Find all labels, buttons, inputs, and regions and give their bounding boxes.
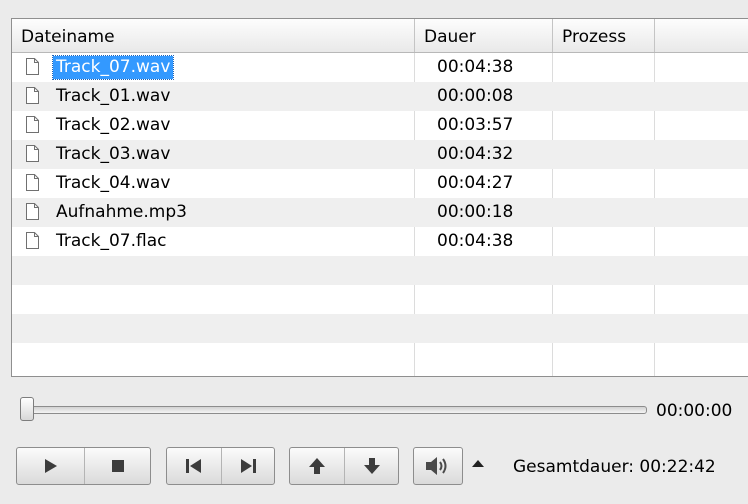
file-duration: 00:04:27 — [437, 173, 514, 193]
empty-row — [12, 314, 748, 343]
volume-button-face[interactable] — [414, 448, 462, 484]
playback-controls — [16, 447, 151, 485]
file-duration: 00:00:08 — [437, 86, 514, 106]
file-list[interactable]: Dateiname Dauer Prozess Track_07.wav 00:0… — [11, 18, 748, 377]
file-duration: 00:04:38 — [437, 57, 514, 77]
file-rows: Track_07.wav 00:04:38 Track_01.wav 00:00:08… — [12, 53, 748, 372]
table-row[interactable]: Track_02.wav 00:03:57 — [12, 111, 748, 140]
previous-track-button[interactable] — [167, 448, 221, 484]
stop-button[interactable] — [84, 448, 150, 484]
file-icon — [26, 145, 39, 162]
empty-row — [12, 285, 748, 314]
play-icon — [44, 459, 57, 473]
file-icon — [26, 232, 39, 249]
arrow-down-icon — [363, 458, 380, 474]
file-icon — [26, 203, 39, 220]
seek-slider-track[interactable] — [27, 406, 647, 414]
track-navigation — [166, 447, 275, 485]
reorder-controls — [289, 447, 399, 485]
play-button[interactable] — [17, 448, 84, 484]
triangle-up-icon[interactable] — [472, 459, 484, 467]
table-row[interactable]: Track_07.wav 00:04:38 — [12, 53, 748, 82]
skip-previous-icon — [186, 459, 201, 473]
table-row[interactable]: Track_03.wav 00:04:32 — [12, 140, 748, 169]
column-header-process[interactable]: Prozess — [553, 19, 655, 52]
file-name: Track_01.wav — [56, 86, 171, 106]
empty-row — [12, 343, 748, 372]
list-header: Dateiname Dauer Prozess — [12, 19, 748, 53]
file-name: Track_03.wav — [56, 144, 171, 164]
file-name: Track_07.flac — [56, 231, 167, 251]
file-icon — [26, 174, 39, 191]
volume-button[interactable] — [413, 447, 463, 485]
file-icon — [26, 58, 39, 75]
skip-next-icon — [241, 459, 256, 473]
file-name: Track_04.wav — [56, 173, 171, 193]
stop-icon — [111, 460, 124, 472]
next-track-button[interactable] — [221, 448, 274, 484]
file-duration: 00:04:32 — [437, 144, 514, 164]
file-icon — [26, 116, 39, 133]
table-row[interactable]: Track_07.flac 00:04:38 — [12, 227, 748, 256]
table-row[interactable]: Track_04.wav 00:04:27 — [12, 169, 748, 198]
file-icon — [26, 87, 39, 104]
speaker-icon — [426, 457, 447, 475]
file-duration: 00:04:38 — [437, 231, 514, 251]
table-row[interactable]: Aufnahme.mp3 00:00:18 — [12, 198, 748, 227]
file-name: Aufnahme.mp3 — [56, 202, 187, 222]
empty-row — [12, 256, 748, 285]
move-down-button[interactable] — [344, 448, 398, 484]
arrow-up-icon — [309, 458, 325, 474]
file-name: Track_07.wav — [51, 55, 175, 80]
file-duration: 00:03:57 — [437, 115, 514, 135]
column-header-duration[interactable]: Dauer — [415, 19, 553, 52]
table-row[interactable]: Track_01.wav 00:00:08 — [12, 82, 748, 111]
column-header-empty — [655, 19, 748, 52]
file-duration: 00:00:18 — [437, 202, 514, 222]
file-name: Track_02.wav — [56, 115, 171, 135]
total-duration: Gesamtdauer: 00:22:42 — [513, 457, 716, 477]
column-header-filename[interactable]: Dateiname — [12, 19, 415, 52]
seek-slider-handle[interactable] — [20, 397, 34, 421]
current-position: 00:00:00 — [656, 401, 733, 421]
move-up-button[interactable] — [290, 448, 344, 484]
